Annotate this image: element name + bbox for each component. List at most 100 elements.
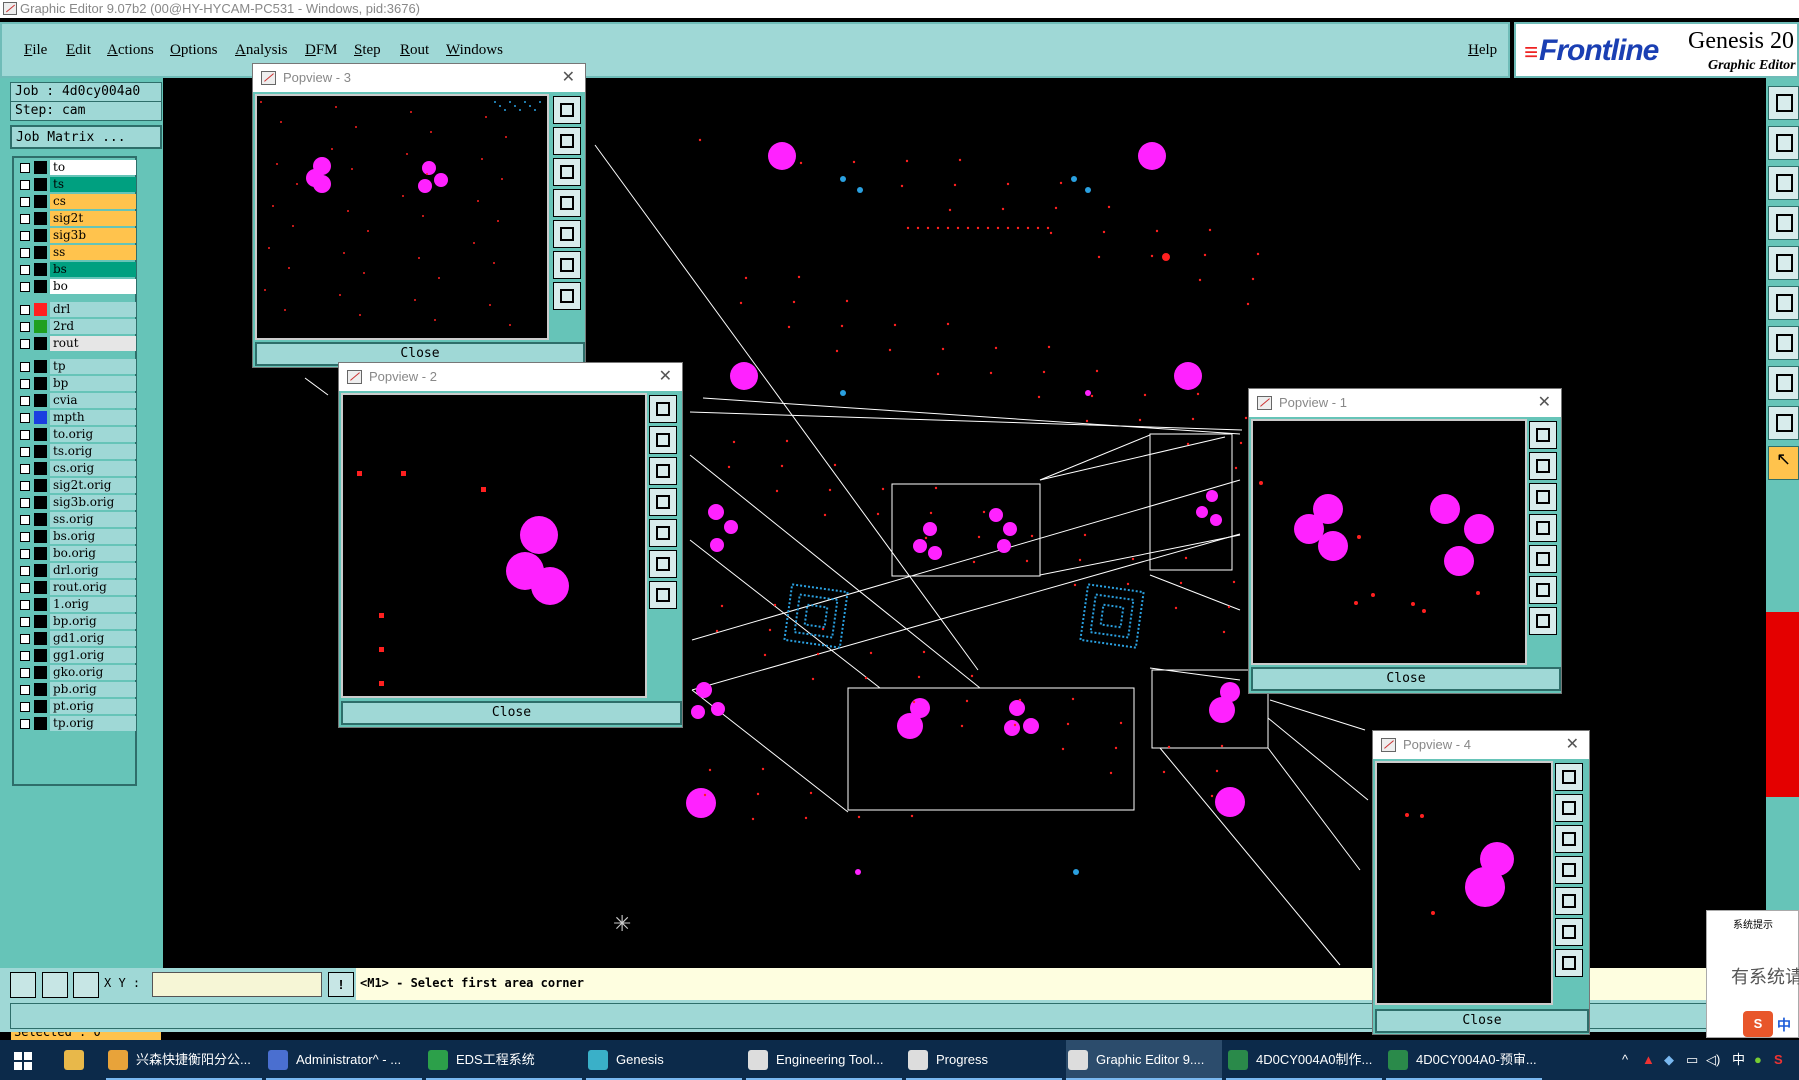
layer-name[interactable]: sig2t.orig [50,478,136,493]
layer-name[interactable]: pt.orig [50,699,136,714]
layer-checkbox[interactable] [20,265,30,275]
layer-name[interactable]: cs [50,194,136,209]
layer-color-swatch[interactable] [34,513,47,526]
layer-checkbox[interactable] [20,339,30,349]
tool-move-icon[interactable] [1768,126,1799,160]
layer-row[interactable]: cs.orig [16,461,136,476]
taskbar-item[interactable]: Administrator^ - ... [266,1040,422,1080]
layer-color-swatch[interactable] [34,320,47,333]
layer-checkbox[interactable] [20,180,30,190]
layer-checkbox[interactable] [20,549,30,559]
popview-zoom-in-icon[interactable] [649,426,677,454]
popview-pan-right-icon[interactable] [1555,887,1583,915]
popview-2-canvas[interactable] [341,393,647,698]
taskbar-item[interactable]: EDS工程系统 [426,1040,582,1080]
popview-fit-icon[interactable] [1529,576,1557,604]
popview-pan-left-icon[interactable] [649,488,677,516]
grid-button[interactable] [73,972,99,998]
popview-zoom-home-icon[interactable] [1529,421,1557,449]
layer-row[interactable]: drl.orig [16,563,136,578]
popview-pan-right-icon[interactable] [553,220,581,248]
layer-checkbox[interactable] [20,379,30,389]
layer-color-swatch[interactable] [34,246,47,259]
layer-checkbox[interactable] [20,617,30,627]
layer-checkbox[interactable] [20,481,30,491]
popview-center-icon[interactable] [1529,607,1557,635]
tool-measure-icon[interactable] [1768,406,1799,440]
layer-checkbox[interactable] [20,651,30,661]
layer-color-swatch[interactable] [34,195,47,208]
job-matrix-button[interactable]: Job Matrix ... [10,125,162,149]
layer-color-swatch[interactable] [34,337,47,350]
popview-1-canvas[interactable] [1251,419,1527,665]
popview-zoom-in-icon[interactable] [1555,794,1583,822]
layer-row[interactable]: rout [16,336,136,351]
layer-row[interactable]: ss [16,245,136,260]
tray-volume-icon[interactable]: ◁) [1706,1040,1720,1080]
tool-snap-icon[interactable] [1768,206,1799,240]
layer-color-swatch[interactable] [34,303,47,316]
taskbar-item[interactable]: Progress [906,1040,1062,1080]
layer-color-swatch[interactable] [34,411,47,424]
layer-row[interactable]: cs [16,194,136,209]
layer-name[interactable]: bs [50,262,136,277]
layer-name[interactable]: cvia [50,393,136,408]
layer-checkbox[interactable] [20,413,30,423]
tray-lang-indicator[interactable]: 中 [1732,1040,1745,1080]
layer-row[interactable]: mpth [16,410,136,425]
layer-row[interactable]: gko.orig [16,665,136,680]
layer-color-swatch[interactable] [34,496,47,509]
popview-zoom-out-icon[interactable] [1529,483,1557,511]
layer-name[interactable]: pb.orig [50,682,136,697]
layer-row[interactable]: cvia [16,393,136,408]
layer-color-swatch[interactable] [34,564,47,577]
input-lang-indicator[interactable]: 中 [1777,1015,1791,1035]
tool-fit-icon[interactable] [1768,166,1799,200]
layer-name[interactable]: 1.orig [50,597,136,612]
layer-checkbox[interactable] [20,248,30,258]
layer-row[interactable]: tp [16,359,136,374]
close-icon[interactable]: ✕ [1538,389,1551,417]
tool-connect-icon[interactable] [1768,286,1799,320]
layer-row[interactable]: sig2t [16,211,136,226]
layer-checkbox[interactable] [20,515,30,525]
layer-checkbox[interactable] [20,282,30,292]
layer-name[interactable]: mpth [50,410,136,425]
taskbar-item[interactable]: 兴森快捷衡阳分公... [106,1040,262,1080]
layer-row[interactable]: bo [16,279,136,294]
layer-name[interactable]: bs.orig [50,529,136,544]
layer-row[interactable]: bo.orig [16,546,136,561]
layer-checkbox[interactable] [20,600,30,610]
menu-actions[interactable]: Actions [107,42,154,59]
layer-checkbox[interactable] [20,566,30,576]
layer-checkbox[interactable] [20,322,30,332]
layer-name[interactable]: gd1.orig [50,631,136,646]
layer-name[interactable]: sig2t [50,211,136,226]
layer-row[interactable]: bp.orig [16,614,136,629]
layer-name[interactable]: 2rd [50,319,136,334]
taskbar-item[interactable]: Genesis [586,1040,742,1080]
tool-circle-icon[interactable] [1768,246,1799,280]
layer-name[interactable]: gko.orig [50,665,136,680]
popview-zoom-home-icon[interactable] [553,96,581,124]
close-icon[interactable]: ✕ [659,363,672,391]
popview-zoom-home-icon[interactable] [649,395,677,423]
layer-row[interactable]: sig3b [16,228,136,243]
popview-4-close-button[interactable]: Close [1375,1009,1589,1033]
layer-checkbox[interactable] [20,305,30,315]
layer-checkbox[interactable] [20,362,30,372]
menu-rout[interactable]: Rout [400,42,429,59]
taskbar-item[interactable]: 4D0CY004A0-预审... [1386,1040,1542,1080]
popview-zoom-in-icon[interactable] [553,127,581,155]
layer-checkbox[interactable] [20,685,30,695]
layer-name[interactable]: cs.orig [50,461,136,476]
windows-start-icon[interactable] [14,1052,32,1070]
layer-row[interactable]: pb.orig [16,682,136,697]
layer-name[interactable]: ss.orig [50,512,136,527]
layer-color-swatch[interactable] [34,280,47,293]
layer-checkbox[interactable] [20,197,30,207]
popview-pan-left-icon[interactable] [1529,514,1557,542]
layer-color-swatch[interactable] [34,377,47,390]
layer-checkbox[interactable] [20,668,30,678]
measure-button[interactable] [42,972,68,998]
